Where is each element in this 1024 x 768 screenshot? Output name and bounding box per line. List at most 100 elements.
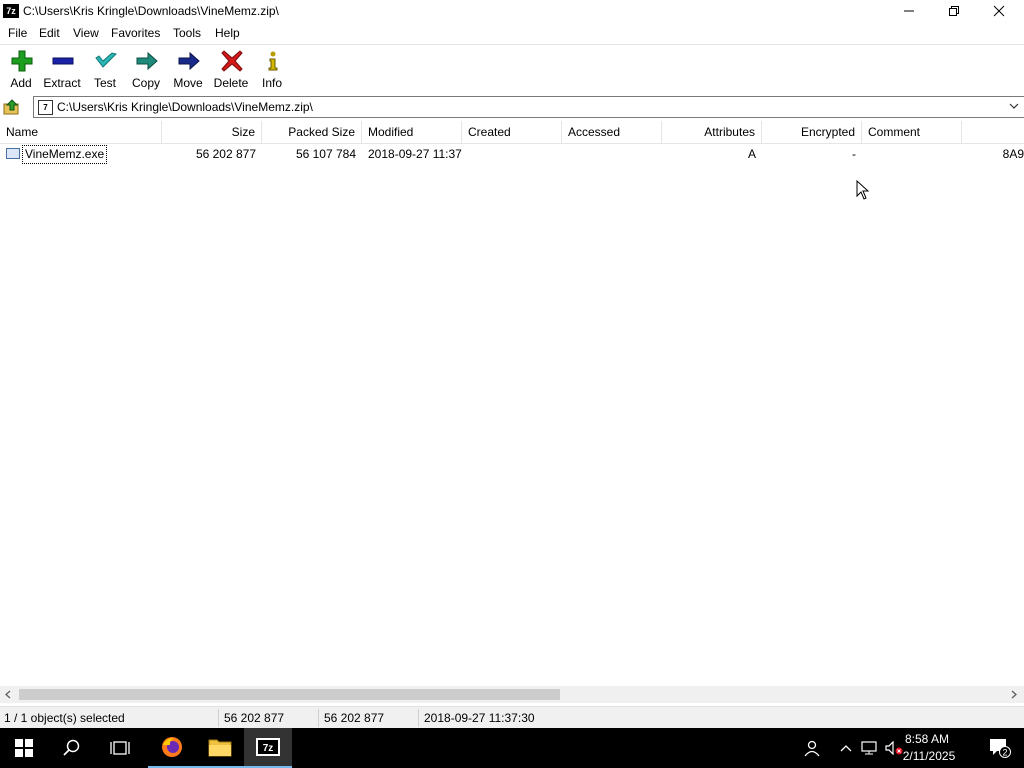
network-button[interactable] xyxy=(858,728,880,768)
file-comment xyxy=(862,144,962,164)
taskbar: 7z 8:58 AM 2/11/2025 2 xyxy=(0,728,1024,768)
taskbar-7zip[interactable]: 7z xyxy=(244,728,292,768)
folder-up-icon xyxy=(3,99,19,115)
restore-button[interactable] xyxy=(931,0,977,22)
search-button[interactable] xyxy=(48,728,96,768)
task-view-button[interactable] xyxy=(96,728,144,768)
file-size: 56 202 877 xyxy=(195,147,256,161)
add-label: Add xyxy=(10,76,32,90)
address-path: C:\Users\Kris Kringle\Downloads\VineMemz… xyxy=(57,100,313,114)
window-title: C:\Users\Kris Kringle\Downloads\VineMemz… xyxy=(23,4,279,18)
mouse-cursor-icon xyxy=(856,180,870,200)
file-name[interactable]: VineMemz.exe xyxy=(22,145,108,164)
clock-date[interactable]: 2/11/2025 xyxy=(894,749,964,763)
7zip-app-icon: 7z xyxy=(3,4,19,18)
file-extra: 8A9 xyxy=(1002,147,1024,161)
status-selection: 1 / 1 object(s) selected xyxy=(4,711,125,725)
svg-text:7z: 7z xyxy=(263,743,274,754)
horizontal-scrollbar[interactable] xyxy=(0,686,1024,703)
toolbar: Add Extract Test Copy Move Delete Info xyxy=(0,45,1024,94)
delete-label: Delete xyxy=(213,76,249,90)
file-created xyxy=(462,144,562,164)
menu-bar: File Edit View Favorites Tools Help xyxy=(0,22,1024,45)
notification-count: 2 xyxy=(1002,748,1007,758)
file-encrypted: - xyxy=(852,147,856,161)
menu-view[interactable]: View xyxy=(73,26,99,40)
show-hidden-icons-button[interactable] xyxy=(836,728,856,768)
column-comment[interactable]: Comment xyxy=(862,121,962,143)
info-button[interactable]: Info xyxy=(251,48,293,92)
delete-x-icon xyxy=(221,50,243,72)
test-label: Test xyxy=(93,76,116,90)
table-row[interactable]: VineMemz.exe 56 202 877 56 107 784 2018-… xyxy=(0,144,1024,164)
status-size: 56 202 877 xyxy=(224,711,285,725)
move-button[interactable]: Move xyxy=(167,48,209,92)
search-icon xyxy=(63,739,80,756)
firefox-icon xyxy=(162,737,182,757)
title-bar: 7z C:\Users\Kris Kringle\Downloads\VineM… xyxy=(0,0,1024,22)
file-accessed xyxy=(562,144,662,164)
column-created[interactable]: Created xyxy=(462,121,562,143)
status-packed: 56 202 877 xyxy=(324,711,385,725)
close-icon xyxy=(993,5,1005,17)
address-bar: 7 C:\Users\Kris Kringle\Downloads\VineMe… xyxy=(0,96,1024,118)
task-view-icon xyxy=(110,741,130,755)
exe-file-icon xyxy=(6,148,20,159)
taskbar-firefox[interactable] xyxy=(148,728,196,768)
menu-help[interactable]: Help xyxy=(215,26,240,40)
scroll-thumb[interactable] xyxy=(19,689,560,700)
network-icon xyxy=(861,741,877,755)
copy-arrow-icon xyxy=(136,51,158,71)
people-button[interactable] xyxy=(798,728,826,768)
minimize-button[interactable] xyxy=(886,0,932,22)
copy-button[interactable]: Copy xyxy=(125,48,167,92)
windows-logo-icon xyxy=(15,739,33,757)
column-accessed[interactable]: Accessed xyxy=(562,121,662,143)
move-arrow-icon xyxy=(178,51,200,71)
column-size[interactable]: Size xyxy=(162,121,262,143)
file-packed-size: 56 107 784 xyxy=(295,147,356,161)
taskbar-file-explorer[interactable] xyxy=(196,728,244,768)
info-label: Info xyxy=(261,76,282,90)
minus-icon xyxy=(52,57,74,65)
file-attributes: A xyxy=(747,147,756,161)
copy-label: Copy xyxy=(131,76,160,90)
7zip-icon: 7z xyxy=(256,738,280,756)
notification-icon: 2 xyxy=(990,739,1011,758)
address-field[interactable]: 7 C:\Users\Kris Kringle\Downloads\VineMe… xyxy=(33,96,1024,118)
extract-label: Extract xyxy=(43,76,81,90)
menu-favorites[interactable]: Favorites xyxy=(111,26,160,40)
extract-button[interactable]: Extract xyxy=(41,48,83,92)
chevron-down-icon[interactable] xyxy=(1008,100,1020,112)
checkmark-icon xyxy=(95,52,117,68)
close-button[interactable] xyxy=(976,0,1022,22)
plus-icon xyxy=(11,50,33,72)
restore-icon xyxy=(949,6,959,16)
start-button[interactable] xyxy=(0,728,48,768)
column-attributes[interactable]: Attributes xyxy=(662,121,762,143)
chevron-up-icon xyxy=(840,745,852,752)
test-button[interactable]: Test xyxy=(84,48,126,92)
folder-icon xyxy=(208,739,232,757)
column-encrypted[interactable]: Encrypted xyxy=(762,121,862,143)
scroll-left-icon[interactable] xyxy=(4,690,12,699)
archive-icon: 7 xyxy=(38,100,53,115)
clock-time[interactable]: 8:58 AM xyxy=(892,732,962,746)
up-folder-button[interactable] xyxy=(3,98,21,116)
status-bar: 1 / 1 object(s) selected 56 202 877 56 2… xyxy=(0,706,1024,729)
column-name[interactable]: Name xyxy=(0,121,162,143)
minimize-icon xyxy=(904,10,914,12)
list-header: Name Size Packed Size Modified Created A… xyxy=(0,121,1024,144)
column-packed-size[interactable]: Packed Size xyxy=(262,121,362,143)
menu-file[interactable]: File xyxy=(8,26,27,40)
column-modified[interactable]: Modified xyxy=(362,121,462,143)
info-icon xyxy=(268,51,278,71)
delete-button[interactable]: Delete xyxy=(210,48,252,92)
action-center-button[interactable]: 2 xyxy=(976,728,1024,768)
menu-edit[interactable]: Edit xyxy=(39,26,60,40)
scroll-right-icon[interactable] xyxy=(1010,690,1018,699)
add-button[interactable]: Add xyxy=(0,48,42,92)
column-extra[interactable] xyxy=(962,121,1024,143)
people-icon xyxy=(804,740,820,757)
menu-tools[interactable]: Tools xyxy=(173,26,201,40)
